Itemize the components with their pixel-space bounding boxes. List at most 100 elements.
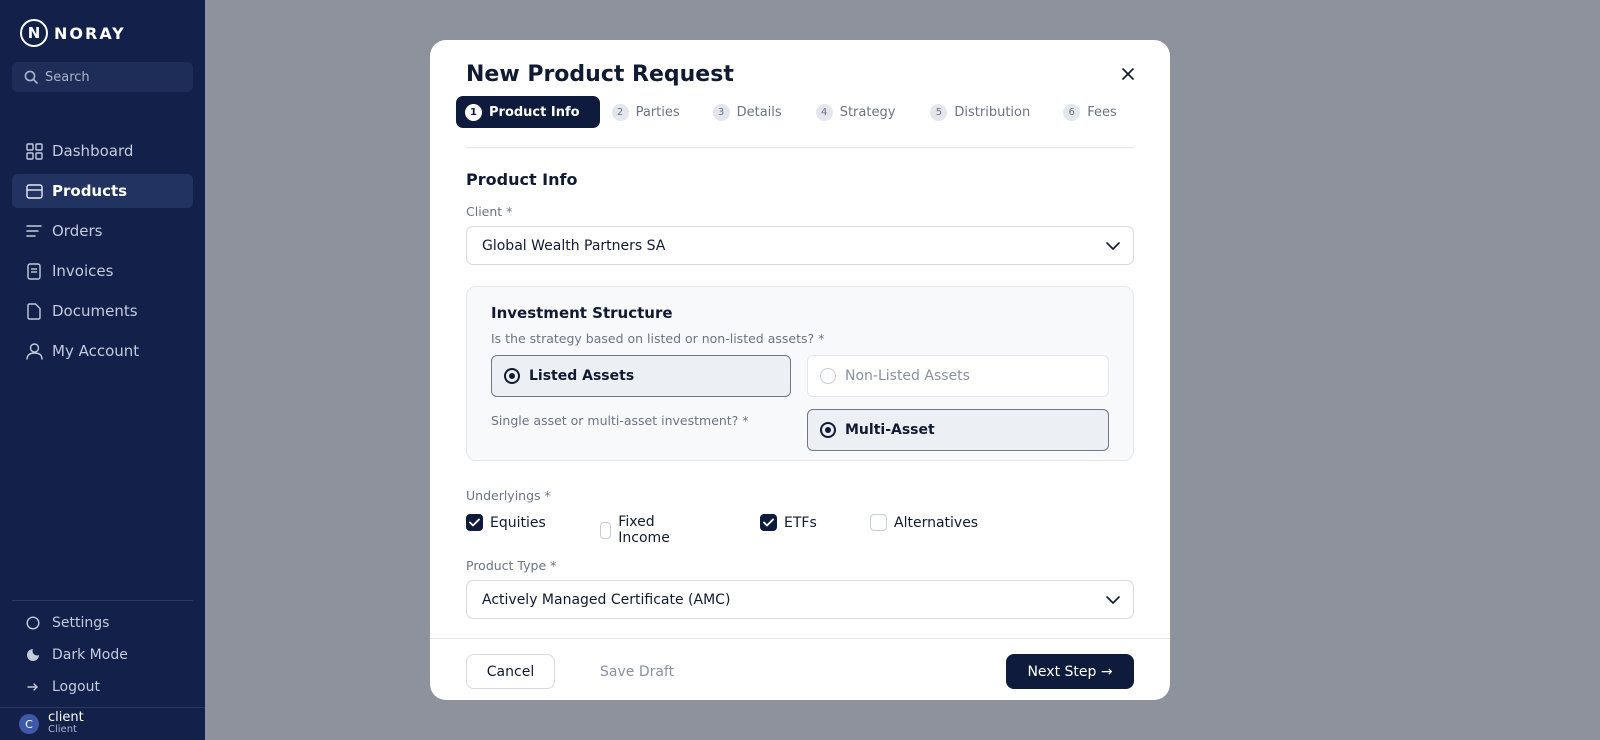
- structure-title: Investment Structure: [491, 304, 673, 322]
- checkbox-etfs[interactable]: ETFs: [760, 514, 817, 531]
- sidebar-item-label: My Account: [52, 342, 140, 360]
- sidebar-item-products[interactable]: Products: [12, 174, 193, 208]
- investment-structure-card: Investment Structure Is the strategy bas…: [466, 286, 1134, 461]
- sidebar-item-label: Orders: [52, 222, 103, 240]
- save-draft-button[interactable]: Save Draft: [600, 654, 674, 689]
- step-label: Details: [736, 104, 782, 120]
- product-type-label: Product Type *: [466, 558, 557, 573]
- step-number: 2: [611, 103, 629, 121]
- sidebar-item-label: Products: [52, 182, 128, 200]
- multi-asset-option[interactable]: Multi-Asset: [807, 409, 1109, 451]
- product-type-value: Actively Managed Certificate (AMC): [482, 591, 731, 608]
- logo[interactable]: N NORAY: [20, 19, 126, 47]
- check-icon: [469, 518, 480, 527]
- checkbox-label: Fixed Income: [618, 514, 670, 546]
- step-parties[interactable]: 2 Parties: [611, 96, 680, 128]
- avatar: C: [19, 714, 39, 734]
- settings-icon: [25, 615, 41, 631]
- step-product-info[interactable]: 1 Product Info: [456, 96, 600, 128]
- cancel-button[interactable]: Cancel: [466, 654, 555, 689]
- client-label: Client *: [466, 204, 513, 219]
- search-placeholder: Search: [45, 69, 90, 85]
- step-label: Parties: [635, 104, 680, 120]
- client-value: Global Wealth Partners SA: [482, 237, 666, 254]
- asset-count-question: Single asset or multi-asset investment? …: [491, 413, 749, 428]
- chevron-down-icon: [1106, 242, 1120, 250]
- checkbox-label: ETFs: [784, 514, 817, 531]
- checkbox-fixed-income[interactable]: Fixed Income: [600, 514, 676, 546]
- chevron-down-icon: [1106, 596, 1120, 604]
- step-fees[interactable]: 6 Fees: [1063, 96, 1117, 128]
- dark-mode-label: Dark Mode: [52, 647, 128, 663]
- checkbox-unchecked: [600, 521, 612, 539]
- product-type-select[interactable]: Actively Managed Certificate (AMC): [466, 580, 1134, 619]
- logout-arrow-icon: [25, 679, 41, 695]
- footer-divider: [430, 638, 1170, 639]
- receipt-icon: [25, 262, 43, 280]
- sidebar-divider: [12, 600, 193, 601]
- step-number: 1: [465, 103, 482, 121]
- logout-link[interactable]: Logout: [12, 673, 193, 701]
- check-icon: [763, 518, 774, 527]
- stepper-divider: [466, 147, 1134, 148]
- checkbox-alternatives[interactable]: Alternatives: [870, 514, 978, 531]
- section-title: Product Info: [466, 170, 578, 189]
- step-label: Distribution: [954, 104, 1031, 120]
- stepper: 1 Product Info 2 Parties 3 Details 4 Str…: [456, 96, 1117, 128]
- logo-text: NORAY: [54, 23, 126, 43]
- step-number: 4: [815, 103, 833, 121]
- sidebar-item-documents[interactable]: Documents: [12, 294, 193, 328]
- sidebar-item-label: Documents: [52, 302, 138, 320]
- step-number: 5: [930, 103, 948, 121]
- option-label: Listed Assets: [529, 368, 635, 384]
- sidebar-item-my-account[interactable]: My Account: [12, 334, 193, 368]
- user-profile[interactable]: C client Client: [19, 710, 84, 736]
- checkbox-label: Equities: [490, 514, 546, 531]
- checkbox-checked: [760, 514, 777, 531]
- grid-icon: [25, 142, 43, 160]
- checkbox-equities[interactable]: Equities: [466, 514, 546, 531]
- settings-link[interactable]: Settings: [12, 609, 193, 637]
- next-step-button[interactable]: Next Step →: [1006, 654, 1134, 689]
- sidebar-item-invoices[interactable]: Invoices: [12, 254, 193, 288]
- sidebar-item-label: Invoices: [52, 262, 114, 280]
- user-icon: [25, 342, 43, 360]
- step-number: 3: [712, 103, 730, 121]
- search-input[interactable]: Search: [12, 62, 193, 92]
- list-icon: [25, 222, 43, 240]
- sidebar-item-dashboard[interactable]: Dashboard: [12, 134, 193, 168]
- step-strategy[interactable]: 4 Strategy: [815, 96, 896, 128]
- sidebar-item-orders[interactable]: Orders: [12, 214, 193, 248]
- step-details[interactable]: 3 Details: [712, 96, 782, 128]
- moon-icon: [25, 647, 41, 663]
- settings-label: Settings: [52, 615, 110, 631]
- step-number: 6: [1063, 103, 1081, 121]
- checkbox-unchecked: [870, 514, 887, 531]
- close-icon[interactable]: [1120, 66, 1136, 82]
- logo-mark: N: [20, 19, 48, 47]
- client-select[interactable]: Global Wealth Partners SA: [466, 226, 1134, 265]
- new-product-modal: New Product Request 1 Product Info 2 Par…: [430, 40, 1170, 700]
- user-role: Client: [48, 724, 77, 735]
- option-label: Multi-Asset: [845, 422, 935, 438]
- radio-selected: [820, 422, 836, 438]
- underlyings-label: Underlyings *: [466, 488, 551, 503]
- step-label: Strategy: [839, 104, 896, 120]
- non-listed-assets-option[interactable]: Non-Listed Assets: [807, 355, 1109, 397]
- radio-selected: [504, 368, 520, 384]
- modal-title: New Product Request: [466, 62, 734, 87]
- logout-label: Logout: [52, 679, 100, 695]
- step-label: Fees: [1087, 104, 1117, 120]
- file-icon: [25, 302, 43, 320]
- checkbox-checked: [466, 514, 483, 531]
- user-name: client: [48, 710, 84, 725]
- listed-assets-option[interactable]: Listed Assets: [491, 355, 791, 397]
- step-label: Product Info: [489, 104, 580, 120]
- sidebar: N NORAY Search Dashboard Products Orders…: [0, 0, 205, 740]
- step-distribution[interactable]: 5 Distribution: [930, 96, 1030, 128]
- dark-mode-toggle[interactable]: Dark Mode: [12, 641, 193, 669]
- search-icon: [24, 70, 38, 84]
- sidebar-item-label: Dashboard: [52, 142, 134, 160]
- radio-unselected: [820, 368, 836, 384]
- user-divider: [0, 707, 205, 708]
